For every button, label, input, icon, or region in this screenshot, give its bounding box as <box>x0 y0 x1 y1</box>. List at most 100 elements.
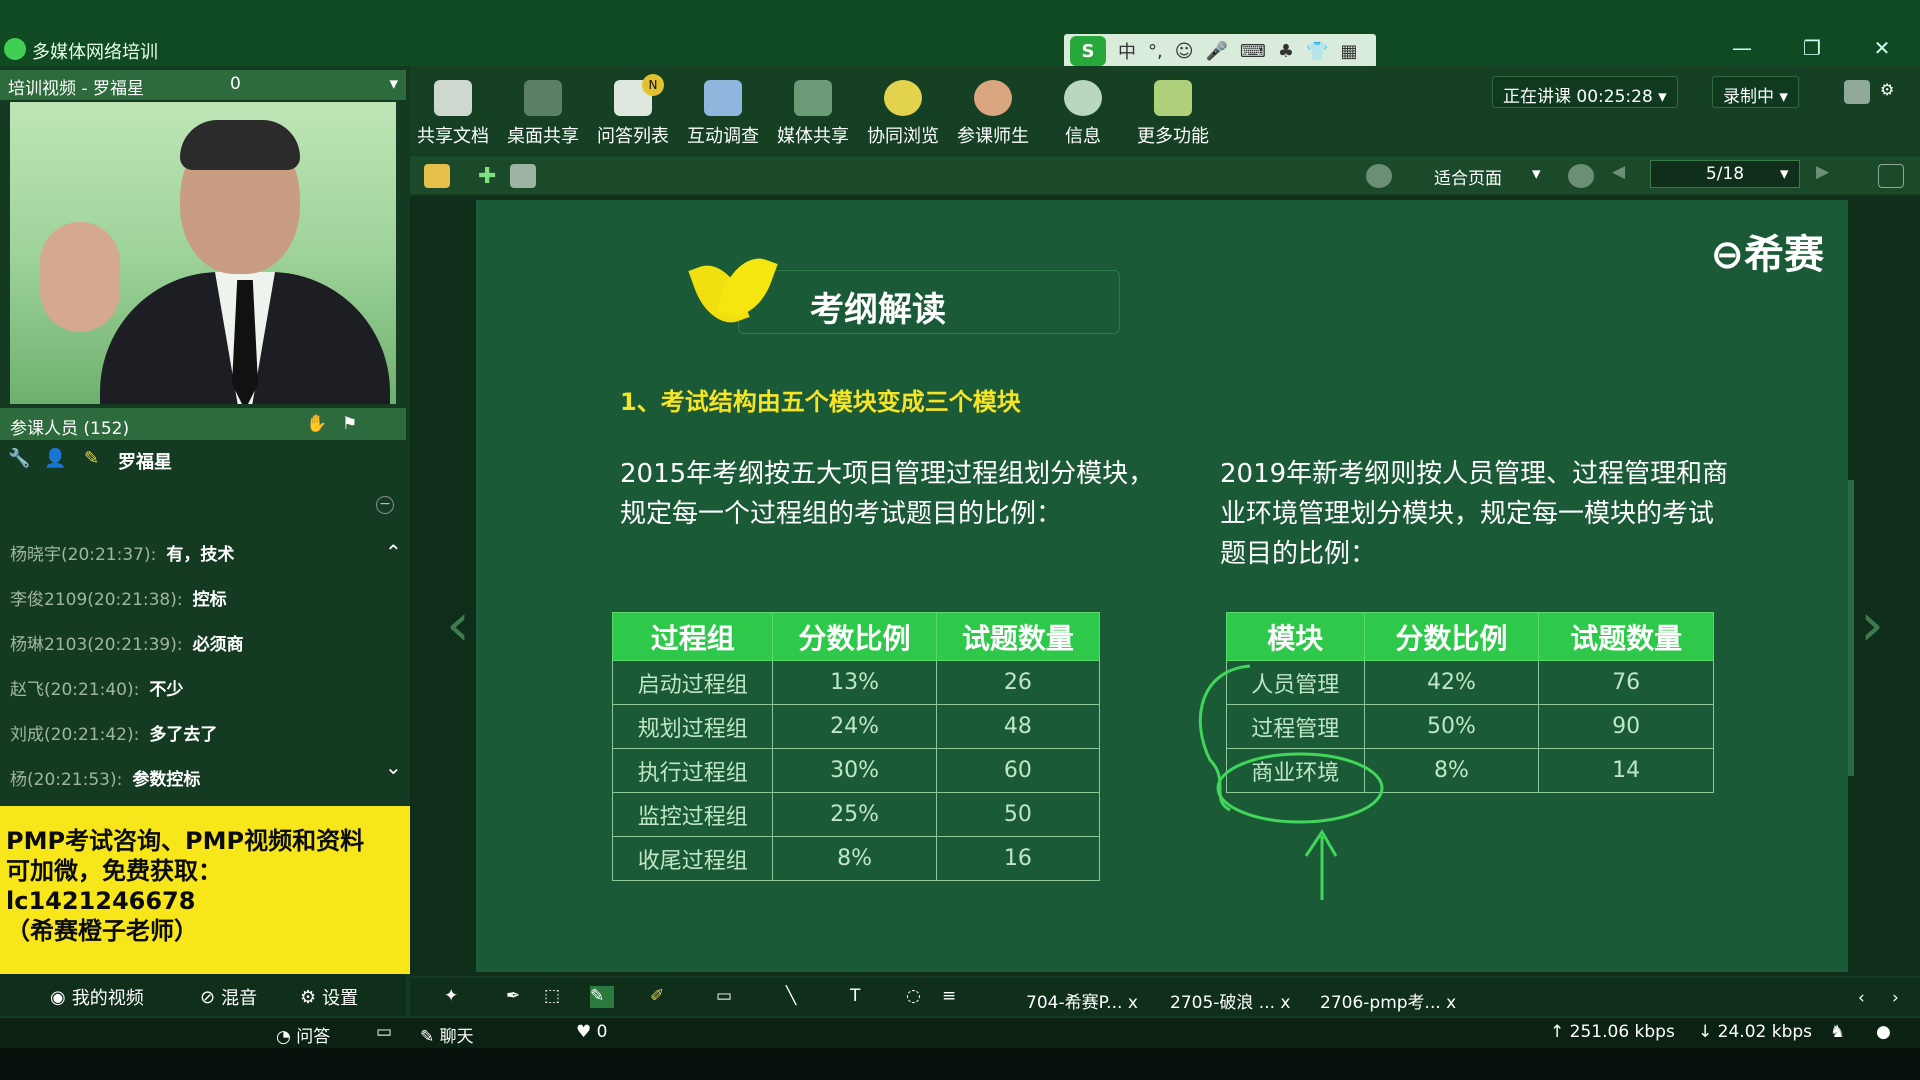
promo-line-4: （希赛橙子老师） <box>6 917 198 945</box>
panel-menu-icon[interactable]: ▾ <box>389 74 398 94</box>
microphone-icon[interactable]: 🎤 <box>1206 41 1228 62</box>
close-button[interactable]: ✕ <box>1862 36 1902 62</box>
skin-icon[interactable]: ♣ <box>1278 41 1294 62</box>
presenter-row[interactable]: 🔧 👤 ✎ 罗福星 <box>0 446 406 476</box>
group-icon[interactable]: ⚑ <box>342 414 364 434</box>
fit-page-select[interactable]: 适合页面 <box>1434 164 1502 189</box>
prev-page-icon[interactable]: ◀ <box>1612 162 1625 182</box>
next-page-icon[interactable]: ▶ <box>1816 162 1829 182</box>
qa-tab[interactable]: ◔ 问答 <box>276 1022 330 1047</box>
add-icon[interactable]: ✚ <box>478 164 504 189</box>
marker-icon[interactable]: ✎ <box>590 986 614 1008</box>
mix-button[interactable]: ⊘ 混音 <box>200 984 257 1010</box>
desktop-share-button[interactable]: 桌面共享 <box>500 80 586 148</box>
close-icon[interactable]: x <box>1128 993 1138 1013</box>
my-video-button[interactable]: ◉ 我的视频 <box>50 984 144 1010</box>
next-slide-arrow-icon[interactable]: › <box>1860 590 1884 660</box>
chinese-mode-icon[interactable]: 中 <box>1118 38 1136 64</box>
title-bar: 多媒体网络培训 S 中 °, ☺ 🎤 ⌨ ♣ 👕 ▦ — ❐ ✕ <box>0 0 1920 68</box>
lecture-status-button[interactable]: 正在讲课 00:25:28 ▾ <box>1492 76 1678 108</box>
text-icon[interactable]: T <box>850 986 874 1008</box>
gear-icon[interactable]: ⚙ <box>1880 80 1906 104</box>
mixer-icon: ⊘ <box>200 986 216 1008</box>
video-figure-hand <box>40 222 120 332</box>
settings-button[interactable]: ⚙ 设置 <box>300 984 358 1010</box>
select-icon[interactable]: ⬚ <box>544 986 568 1008</box>
table-row: 监控过程组 25% 50 <box>611 792 1101 837</box>
document-toolbar: ✚ 适合页面 ▾ ◀ 5/18 ▾ ▶ <box>410 156 1920 194</box>
doc-tab[interactable]: 2706-pmp考... x <box>1320 988 1456 1013</box>
participants-bar[interactable]: 参课人员 (152) ✋ ⚑ <box>0 408 406 440</box>
doc-tab[interactable]: 704-希赛P... x <box>1026 988 1138 1013</box>
close-icon[interactable]: x <box>1280 993 1290 1013</box>
survey-button[interactable]: 互动调查 <box>680 80 766 148</box>
tools-icon[interactable]: 🔧 <box>8 448 32 472</box>
new-badge: N <box>642 74 664 96</box>
camera-icon: ◉ <box>50 986 66 1008</box>
media-share-icon <box>794 80 832 116</box>
page-number-select[interactable]: 5/18 <box>1650 160 1800 188</box>
share-document-button[interactable]: 共享文档 <box>410 80 496 148</box>
sogou-logo-icon[interactable]: S <box>1070 36 1106 66</box>
emoji-icon[interactable]: ☺ <box>1175 41 1194 62</box>
fullscreen-icon[interactable] <box>1878 164 1904 188</box>
eraser-icon[interactable]: ◌ <box>906 986 930 1008</box>
tabs-next-icon[interactable]: › <box>1892 988 1899 1008</box>
participants-label: 参课人员 (152) <box>10 419 130 439</box>
chevron-down-icon[interactable]: ▾ <box>1532 164 1541 184</box>
chevron-down-icon[interactable]: ▾ <box>1780 164 1789 184</box>
slide-point: 1、考试结构由五个模块变成三个模块 <box>620 388 1021 416</box>
recording-button[interactable]: 录制中 ▾ <box>1712 76 1799 108</box>
like-button[interactable]: ♥ 0 <box>576 1022 607 1042</box>
chat-message: 赵飞(20:21:40): 不少 <box>10 680 184 700</box>
presenter-video <box>10 102 396 404</box>
prev-slide-arrow-icon[interactable]: ‹ <box>446 590 470 660</box>
ime-toolbar[interactable]: S 中 °, ☺ 🎤 ⌨ ♣ 👕 ▦ <box>1064 34 1376 68</box>
process-group-table: 过程组 分数比例 试题数量 启动过程组 13% 26 规划过程组 24% 48 执行过程… <box>611 612 1101 881</box>
dock-icon[interactable]: ▭ <box>376 1022 392 1042</box>
document-icon <box>434 80 472 116</box>
chat-message: 杨琳2103(20:21:39): 必须商 <box>10 635 244 655</box>
restore-button[interactable]: ❐ <box>1792 36 1832 62</box>
keyboard-icon[interactable]: ⌨ <box>1240 41 1266 62</box>
toolbox-icon[interactable]: ▦ <box>1340 41 1357 62</box>
brand-logo: ⊖希赛 <box>1710 232 1824 278</box>
pointer-icon[interactable]: ✦ <box>444 986 468 1008</box>
layout-icon[interactable] <box>1844 80 1870 104</box>
highlighter-icon[interactable]: ✐ <box>650 986 674 1008</box>
minimize-button[interactable]: — <box>1722 36 1762 62</box>
media-share-button[interactable]: 媒体共享 <box>770 80 856 148</box>
desktop-share-icon <box>524 80 562 116</box>
promo-line-1: PMP考试咨询、PMP视频和资料 <box>6 827 365 855</box>
screenshot-icon[interactable] <box>510 164 536 188</box>
left-bottom-bar: ◉ 我的视频 ⊘ 混音 ⚙ 设置 <box>0 974 406 1016</box>
punctuation-icon[interactable]: °, <box>1148 41 1163 62</box>
doc-tab[interactable]: 2705-破浪 ... x <box>1170 988 1290 1013</box>
shirt-icon[interactable]: 👕 <box>1306 41 1328 62</box>
more-functions-button[interactable]: 更多功能 <box>1130 80 1216 148</box>
chat-message: 杨(20:21:53): 参数控标 <box>10 770 201 790</box>
close-icon[interactable]: x <box>1446 993 1456 1013</box>
chat-message: 李俊2109(20:21:38): 控标 <box>10 590 227 610</box>
refresh-icon[interactable] <box>1568 164 1594 188</box>
zoom-icon[interactable] <box>1366 164 1392 188</box>
rectangle-icon[interactable]: ▭ <box>716 986 740 1008</box>
browse-button[interactable]: 协同浏览 <box>860 80 946 148</box>
collapse-button[interactable]: − <box>376 496 394 514</box>
line-width-icon[interactable]: ≡ <box>942 986 966 1008</box>
tabs-prev-icon[interactable]: ‹ <box>1858 988 1865 1008</box>
pen-icon[interactable]: ✒ <box>506 986 530 1008</box>
folder-icon[interactable] <box>424 164 450 188</box>
qa-list-button[interactable]: N 问答列表 <box>590 74 676 148</box>
table-header: 试题数量 <box>935 612 1101 661</box>
raise-hand-icon[interactable]: ✋ <box>306 414 328 434</box>
chat-tab[interactable]: ✎ 聊天 <box>420 1022 474 1047</box>
line-icon[interactable]: ╲ <box>786 986 810 1008</box>
network-icon: ♞ <box>1830 1022 1846 1042</box>
table-header: 过程组 <box>611 612 774 661</box>
users-button[interactable]: 参课师生 <box>950 80 1036 148</box>
upload-rate: ↑ 251.06 kbps <box>1550 1022 1675 1042</box>
table-row: 收尾过程组 8% 16 <box>611 836 1101 881</box>
info-button[interactable]: 信息 <box>1040 80 1126 148</box>
chat-list: 杨晓宇(20:21:37): 有，技术 李俊2109(20:21:38): 控标 杨… <box>0 530 406 800</box>
